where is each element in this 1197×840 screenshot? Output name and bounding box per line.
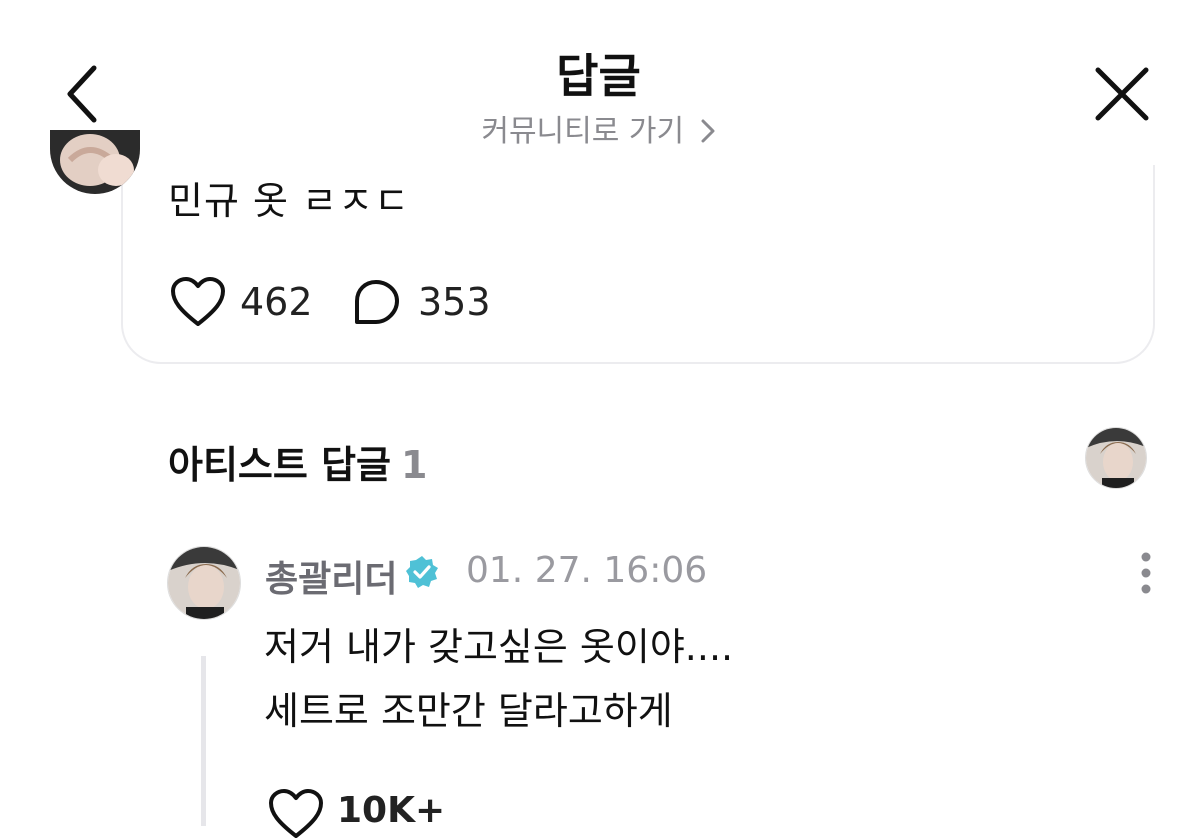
reply-author-name[interactable]: 총괄리더 (265, 550, 397, 602)
thread-line (201, 656, 206, 826)
post-comment-count: 353 (418, 280, 491, 324)
community-link-label: 커뮤니티로 가기 (481, 114, 685, 149)
artist-replies-heading: 아티스트 답글 1 (168, 434, 427, 489)
reply-heart-icon[interactable] (268, 788, 324, 840)
artist-avatar[interactable] (1085, 427, 1147, 489)
comment-icon[interactable] (351, 278, 401, 326)
verified-badge-icon (406, 556, 438, 588)
chevron-right-icon (701, 119, 715, 143)
reply-like-count: 10K+ (337, 790, 446, 831)
post-text: 민규 옷 ㄹㅈㄷ (168, 179, 410, 223)
post-like-count: 462 (240, 280, 313, 324)
reply-text-line-2: 세트로 조만간 달라고하게 (264, 689, 673, 733)
community-link[interactable]: 커뮤니티로 가기 (0, 106, 1197, 150)
page-title: 답글 (556, 49, 641, 103)
artist-replies-label: 아티스트 답글 (168, 443, 391, 487)
heart-icon[interactable] (170, 276, 226, 328)
reply-text-line-1: 저거 내가 갖고싶은 옷이야.... (264, 625, 734, 669)
more-options-icon[interactable] (1128, 548, 1164, 598)
close-icon[interactable] (1086, 56, 1158, 132)
reply-timestamp: 01. 27. 16:06 (466, 550, 708, 591)
reply-author-avatar[interactable] (167, 546, 241, 620)
artist-replies-count: 1 (401, 443, 428, 487)
